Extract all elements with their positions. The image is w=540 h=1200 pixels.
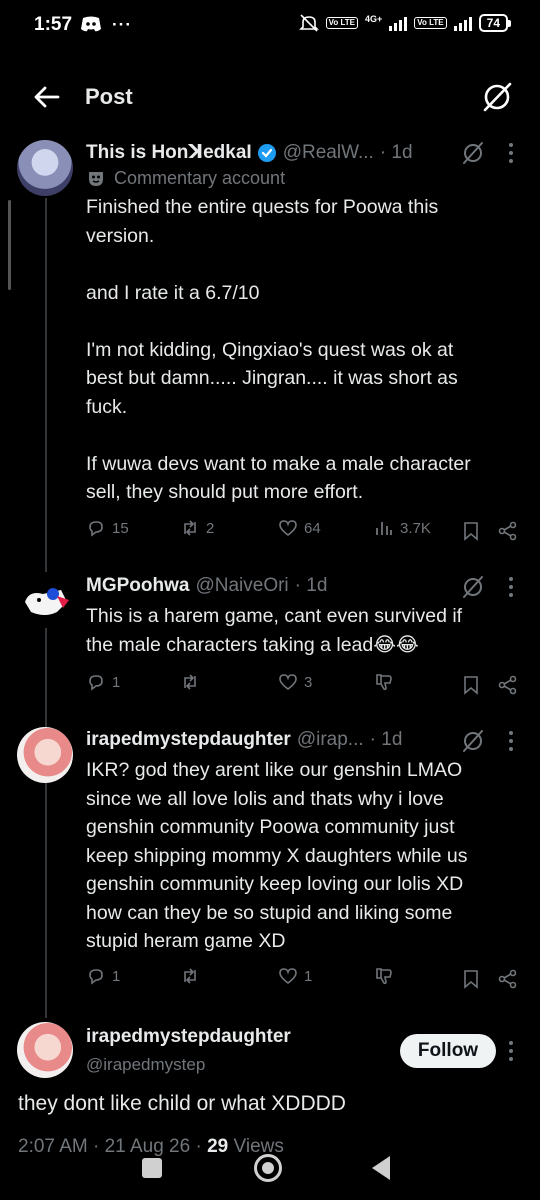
status-left-icons: ··· — [80, 15, 132, 35]
back-button[interactable] — [372, 1156, 390, 1180]
system-nav-bar — [0, 1150, 540, 1200]
author-handle[interactable]: @irap... — [297, 729, 364, 751]
page-title: Post — [85, 84, 133, 109]
reply-button[interactable]: 1 — [86, 672, 120, 692]
author-name[interactable]: This is HonꓘedkaI — [86, 141, 252, 164]
post-time[interactable]: · 1d — [380, 142, 413, 164]
thumbs-down-icon — [376, 674, 392, 691]
grok-icon[interactable] — [460, 728, 486, 754]
status-bar: 1:57 ··· Vo LTE 4G+ Vo LTE 74 — [0, 0, 540, 56]
repost-button[interactable]: 2 — [180, 518, 214, 538]
more-dots-icon: ··· — [112, 15, 132, 34]
post-time[interactable]: · 1d — [370, 729, 403, 751]
share-icon[interactable] — [498, 675, 518, 695]
reply-count: 1 — [112, 967, 121, 985]
post-text: IKR? god they arent like our genshin LMA… — [86, 759, 468, 952]
theater-mask-icon — [89, 171, 103, 186]
share-icon[interactable] — [498, 521, 518, 541]
scroll-indicator[interactable] — [8, 200, 11, 290]
heart-icon — [279, 968, 297, 985]
discord-icon — [81, 16, 101, 32]
grok-icon[interactable] — [460, 140, 486, 166]
post-text: Finished the entire quests for Poowa thi… — [86, 196, 471, 503]
main-post-handle-row: @irapedmystep — [86, 1055, 205, 1075]
avatar[interactable] — [17, 727, 73, 783]
bookmark-icon[interactable] — [462, 521, 480, 541]
author-name[interactable]: irapedmystepdaughter — [86, 1026, 291, 1048]
commentary-label: Commentary account — [86, 168, 285, 189]
repost-icon — [184, 520, 196, 536]
follow-button[interactable]: Follow — [400, 1034, 496, 1068]
author-handle[interactable]: @RealW... — [283, 142, 374, 164]
views-chart-icon — [376, 522, 392, 535]
volte-badge-2: Vo LTE — [414, 17, 447, 29]
downvote-button[interactable] — [374, 672, 394, 692]
like-button[interactable]: 3 — [278, 672, 312, 692]
author-name[interactable]: MGPoohwa — [86, 575, 189, 597]
mute-icon — [298, 14, 319, 32]
signal-icon-2 — [453, 15, 472, 31]
home-button[interactable] — [254, 1154, 282, 1182]
signal-icon-1 — [389, 15, 408, 31]
like-count: 3 — [304, 673, 313, 691]
tweet3-header: irapedmystepdaughter @irap... · 1d — [86, 729, 402, 751]
avatar[interactable] — [17, 572, 73, 628]
bookmark-icon[interactable] — [462, 675, 480, 695]
more-options-icon[interactable] — [508, 142, 514, 164]
network-label: 4G+ — [365, 14, 383, 24]
more-options-icon[interactable] — [508, 576, 514, 598]
heart-icon — [279, 674, 297, 691]
tweet2-actions: 1 3 — [86, 672, 526, 698]
repost-button[interactable] — [180, 672, 206, 692]
heart-icon — [279, 520, 297, 537]
downvote-button[interactable] — [374, 966, 394, 986]
commentary-text: Commentary account — [114, 168, 286, 188]
reply-count: 1 — [112, 673, 121, 691]
reply-count: 15 — [112, 519, 129, 537]
views-button[interactable]: 3.7K — [374, 518, 431, 538]
reply-icon — [89, 521, 103, 537]
more-options-icon[interactable] — [508, 1040, 514, 1062]
tweet3-actions: 1 1 — [86, 966, 526, 992]
like-button[interactable]: 1 — [278, 966, 312, 986]
recents-button[interactable] — [142, 1158, 162, 1178]
grok-icon[interactable] — [480, 80, 514, 114]
grok-icon[interactable] — [460, 574, 486, 600]
like-count: 64 — [304, 519, 321, 537]
reply-button[interactable]: 1 — [86, 966, 120, 986]
like-button[interactable]: 64 — [278, 518, 321, 538]
volte-badge-1: Vo LTE — [325, 17, 358, 29]
repost-icon — [184, 968, 196, 984]
tweet2-header: MGPoohwa @NaiveOri · 1d — [86, 575, 327, 597]
main-post-header: irapedmystepdaughter — [86, 1026, 291, 1048]
tweet1-actions: 15 2 64 3.7K — [86, 518, 526, 544]
reply-icon — [89, 675, 103, 691]
repost-button[interactable] — [180, 966, 206, 986]
views-count: 3.7K — [400, 519, 431, 537]
post-text: This is a harem game, cant even survived… — [86, 605, 463, 656]
avatar[interactable] — [17, 1022, 73, 1078]
author-name[interactable]: irapedmystepdaughter — [86, 729, 291, 751]
repost-count: 2 — [206, 519, 215, 537]
author-handle[interactable]: @NaiveOri — [195, 575, 288, 597]
author-handle[interactable]: @irapedmystep — [86, 1055, 205, 1075]
avatar[interactable] — [17, 140, 73, 196]
post-time[interactable]: · 1d — [295, 575, 328, 597]
battery-icon: 74 — [478, 14, 512, 32]
main-post-text: they dont like child or what XDDDD — [18, 1092, 346, 1115]
back-arrow-icon[interactable] — [32, 82, 62, 112]
repost-icon — [184, 674, 196, 690]
status-right: Vo LTE 4G+ Vo LTE 74 — [298, 14, 512, 32]
thumbs-down-icon — [376, 968, 392, 985]
more-options-icon[interactable] — [508, 730, 514, 752]
verified-badge-icon — [257, 143, 276, 162]
like-count: 1 — [304, 967, 313, 985]
reply-icon — [89, 969, 103, 985]
tweet1-header: This is HonꓘedkaI @RealW... · 1d — [86, 141, 413, 164]
bookmark-icon[interactable] — [462, 969, 480, 989]
top-bar: Post — [0, 66, 540, 130]
status-time: 1:57 — [34, 14, 73, 35]
share-icon[interactable] — [498, 969, 518, 989]
reply-button[interactable]: 15 — [86, 518, 129, 538]
